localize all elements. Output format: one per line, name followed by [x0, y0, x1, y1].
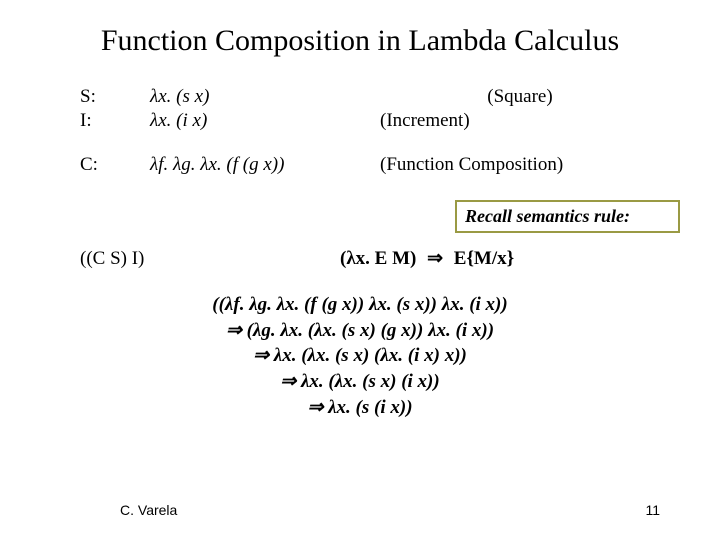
- def-s-label: S:: [80, 86, 150, 108]
- double-arrow-icon: ⇒: [427, 248, 443, 269]
- def-row-s: S: λx. (s x) (Square): [80, 86, 660, 108]
- slide-title: Function Composition in Lambda Calculus: [40, 24, 680, 58]
- slide: Function Composition in Lambda Calculus …: [0, 0, 720, 540]
- spacer: [80, 134, 660, 154]
- derivation-block: ((λf. λg. λx. (f (g x)) λx. (s x)) λx. (…: [40, 292, 680, 420]
- deriv-line-2: ⇒ (λg. λx. (λx. (s x) (g x)) λx. (i x)): [40, 318, 680, 344]
- def-i-desc: (Increment): [380, 110, 660, 132]
- def-i-label: I:: [80, 110, 150, 132]
- deriv-line-5: ⇒ λx. (s (i x)): [40, 395, 680, 421]
- def-c-expr: λf. λg. λx. (f (g x)): [150, 154, 380, 176]
- callout-box: Recall semantics rule:: [455, 200, 680, 233]
- semantics-rule-row: ((C S) I) (λx. E M) ⇒ E{M/x}: [80, 247, 680, 270]
- rule-rhs-right: E{M/x}: [454, 248, 514, 269]
- rule-lhs: ((C S) I): [80, 248, 340, 270]
- footer: C. Varela 11: [0, 502, 720, 518]
- def-row-c: C: λf. λg. λx. (f (g x)) (Function Compo…: [80, 154, 660, 176]
- definitions-block: S: λx. (s x) (Square) I: λx. (i x) (Incr…: [80, 86, 660, 176]
- deriv-line-4: ⇒ λx. (λx. (s x) (i x)): [40, 369, 680, 395]
- footer-page-number: 11: [645, 502, 660, 518]
- rule-rhs-left: (λx. E M): [340, 248, 416, 269]
- def-s-desc: (Square): [380, 86, 660, 108]
- def-c-label: C:: [80, 154, 150, 176]
- def-row-i: I: λx. (i x) (Increment): [80, 110, 660, 132]
- rule-rhs: (λx. E M) ⇒ E{M/x}: [340, 247, 514, 270]
- deriv-line-1: ((λf. λg. λx. (f (g x)) λx. (s x)) λx. (…: [40, 292, 680, 318]
- def-s-expr: λx. (s x): [150, 86, 380, 108]
- def-i-expr: λx. (i x): [150, 110, 380, 132]
- footer-author: C. Varela: [120, 502, 177, 518]
- def-c-desc: (Function Composition): [380, 154, 660, 176]
- deriv-line-3: ⇒ λx. (λx. (s x) (λx. (i x) x)): [40, 343, 680, 369]
